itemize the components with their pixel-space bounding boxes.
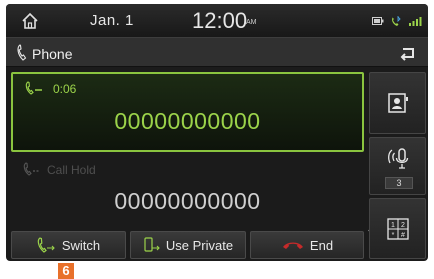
battery-icon — [372, 17, 384, 25]
svg-text:#: # — [401, 232, 405, 239]
private-phone-icon — [144, 237, 160, 252]
step-badge: 6 — [58, 263, 74, 279]
held-call-panel[interactable]: Call Hold 00000000000 — [11, 156, 364, 228]
status-icons — [372, 14, 422, 28]
call-hold-icon — [23, 162, 39, 176]
svg-text:1: 1 — [391, 222, 395, 229]
svg-text:*: * — [392, 232, 395, 239]
call-duration: 0:06 — [53, 82, 77, 96]
use-private-button[interactable]: Use Private — [130, 231, 246, 259]
call-hold-label: Call Hold — [47, 163, 96, 177]
active-call-panel[interactable]: 0:06 00000000000 — [11, 72, 364, 152]
end-call-icon — [282, 242, 303, 249]
switch-label: Switch — [61, 237, 101, 253]
time-display: 12:00 — [192, 8, 248, 33]
mute-button[interactable]: 3 — [369, 137, 426, 195]
held-call-number: 00000000000 — [114, 188, 261, 214]
mute-level-indicator: 3 — [385, 177, 413, 189]
active-call-number: 00000000000 — [114, 108, 261, 134]
signal-icon — [409, 16, 422, 26]
call-active-icon — [25, 81, 42, 95]
end-call-button[interactable]: End — [250, 231, 364, 259]
back-arrow-icon[interactable] — [398, 44, 418, 62]
home-icon[interactable] — [20, 11, 40, 31]
contacts-button[interactable] — [369, 72, 426, 134]
ampm-indicator: AM — [246, 19, 257, 26]
switch-call-icon — [37, 237, 55, 253]
contacts-icon — [388, 93, 408, 113]
keypad-button[interactable]: 1 2 * # — [369, 198, 426, 259]
end-label: End — [309, 237, 334, 253]
header-bar: Phone — [6, 37, 428, 67]
svg-text:2: 2 — [401, 222, 405, 229]
page-title: Phone — [32, 46, 73, 62]
status-bar: Jan. 1 12:00 AM — [6, 4, 428, 37]
phone-icon — [17, 44, 27, 61]
bluetooth-phone-icon — [392, 16, 401, 26]
use-private-label: Use Private — [165, 237, 234, 253]
switch-button[interactable]: Switch — [11, 231, 126, 259]
keypad-icon: 1 2 * # — [387, 218, 409, 240]
date-display: Jan. 1 — [90, 12, 134, 29]
microphone-mute-icon — [388, 148, 409, 169]
screen: Jan. 1 12:00 AM Phone 0:06 00000000000 C… — [6, 4, 428, 261]
